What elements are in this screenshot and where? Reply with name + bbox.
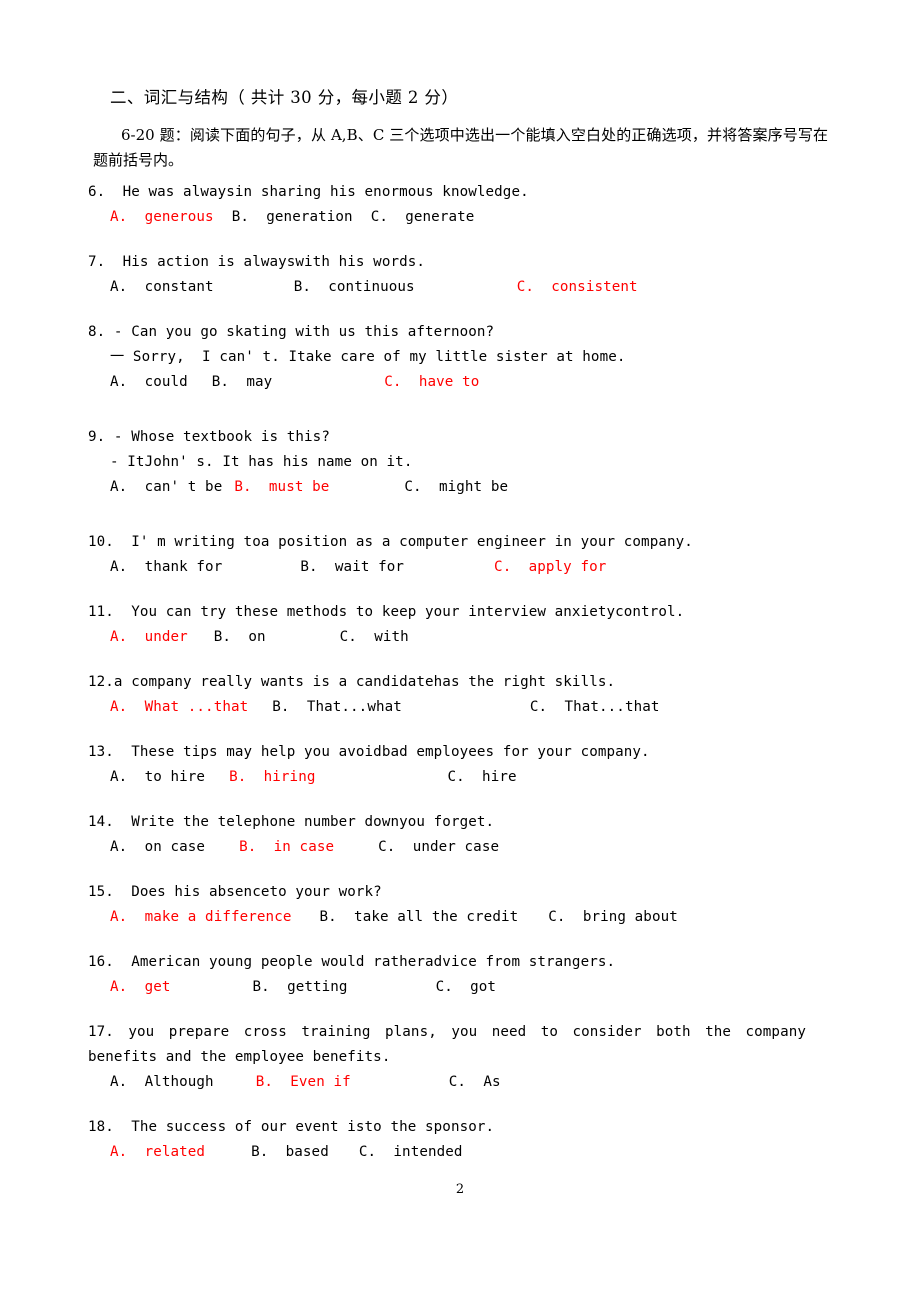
option[interactable]: A. could — [110, 370, 188, 395]
option[interactable]: B. getting — [253, 975, 348, 1000]
question-block: 9. - Whose textbook is this? - ItJohn' s.… — [88, 425, 858, 500]
option-correct[interactable]: A. under — [110, 625, 188, 650]
option-correct[interactable]: A. What ...that — [110, 695, 248, 720]
option-row: A. on case B. in case C. under case — [88, 835, 858, 860]
option[interactable]: A. Although — [110, 1070, 214, 1095]
option[interactable]: B. continuous — [294, 275, 415, 300]
option[interactable]: C. As — [449, 1070, 501, 1095]
option-correct[interactable]: A. generous — [110, 205, 214, 230]
question-stem: 18. The success of our event isto the sp… — [88, 1119, 495, 1135]
question-block: 6. He was alwaysin sharing his enormous … — [88, 180, 858, 230]
option-row: A. Although B. Even if C. As — [88, 1070, 858, 1095]
option[interactable]: B. wait for — [300, 555, 404, 580]
option-correct[interactable]: C. have to — [384, 370, 479, 395]
option[interactable]: B. on — [214, 625, 266, 650]
question-block: 16. American young people would ratherad… — [88, 950, 858, 1000]
option[interactable]: A. on case — [110, 835, 205, 860]
option-correct[interactable]: B. in case — [239, 835, 334, 860]
question-stem: 13. These tips may help you avoidbad emp… — [88, 744, 650, 760]
question-stem: 16. American young people would ratherad… — [88, 954, 616, 970]
option-correct[interactable]: B. hiring — [229, 765, 315, 790]
question-block: 12.a company really wants is a candidate… — [88, 670, 858, 720]
option[interactable]: B. take all the credit — [319, 905, 518, 930]
option[interactable]: C. with — [340, 625, 409, 650]
question-stem: 12.a company really wants is a candidate… — [88, 674, 616, 690]
option[interactable]: C. intended — [359, 1140, 463, 1165]
question-sub-line: 一 Sorry, I can' t. Itake care of my litt… — [110, 349, 626, 365]
option-correct[interactable]: A. related — [110, 1140, 205, 1165]
question-stem: 7. His action is alwayswith his words. — [88, 254, 426, 270]
question-stem: 14. Write the telephone number downyou f… — [88, 814, 495, 830]
question-block: 7. His action is alwayswith his words. A.… — [88, 250, 858, 300]
option-row: A. related B. based C. intended — [88, 1140, 858, 1165]
option[interactable]: C. bring about — [548, 905, 678, 930]
document-page: 二、词汇与结构（ 共计 30 分，每小题 2 分） 6-20 题：阅读下面的句子… — [0, 0, 920, 1302]
option-row: A. constant B. continuous C. consistent — [88, 275, 858, 300]
option-row: A. generous B. generation C. generate — [88, 205, 858, 230]
question-block: 14. Write the telephone number downyou f… — [88, 810, 858, 860]
option[interactable]: C. under case — [378, 835, 499, 860]
question-block: 17. you prepare cross training plans, yo… — [88, 1020, 858, 1095]
question-stem: 11. You can try these methods to keep yo… — [88, 604, 685, 620]
option-row: A. can' t be B. must be C. might be — [88, 475, 858, 500]
question-stem: 17. you prepare cross training plans, yo… — [88, 1024, 806, 1065]
option-row: A. thank for B. wait for C. apply for — [88, 555, 858, 580]
option[interactable]: B. generation — [232, 205, 353, 230]
option[interactable]: A. to hire — [110, 765, 205, 790]
option-row: A. make a difference B. take all the cred… — [88, 905, 858, 930]
question-block: 15. Does his absenceto your work? A. make… — [88, 880, 858, 930]
option-correct[interactable]: A. make a difference — [110, 905, 291, 930]
page-number: 2 — [455, 1182, 465, 1197]
option[interactable]: B. That...what — [272, 695, 402, 720]
question-stem: 10. I' m writing toa position as a compu… — [88, 534, 693, 550]
option[interactable]: C. might be — [404, 475, 508, 500]
question-block: 10. I' m writing toa position as a compu… — [88, 530, 858, 580]
option[interactable]: A. thank for — [110, 555, 222, 580]
question-stem: 6. He was alwaysin sharing his enormous … — [88, 184, 529, 200]
option-correct[interactable]: A. get — [110, 975, 171, 1000]
question-block: 18. The success of our event isto the sp… — [88, 1115, 858, 1165]
option-correct[interactable]: B. must be — [234, 475, 329, 500]
option[interactable]: C. generate — [371, 205, 475, 230]
option[interactable]: A. constant — [110, 275, 214, 300]
question-block: 11. You can try these methods to keep yo… — [88, 600, 858, 650]
question-block: 13. These tips may help you avoidbad emp… — [88, 740, 858, 790]
option-correct[interactable]: C. consistent — [517, 275, 638, 300]
option[interactable]: B. based — [251, 1140, 329, 1165]
option[interactable]: C. That...that — [530, 695, 660, 720]
section-instruction: 6-20 题：阅读下面的句子，从 A,B、C 三个选项中选出一个能填入空白处的正… — [93, 126, 828, 169]
question-stem: 15. Does his absenceto your work? — [88, 884, 382, 900]
option-row: A. What ...that B. That...what C. That...t… — [88, 695, 858, 720]
question-block: 8. - Can you go skating with us this aft… — [88, 320, 858, 395]
option-correct[interactable]: C. apply for — [494, 555, 606, 580]
question-stem: 9. - Whose textbook is this? — [88, 429, 330, 445]
option[interactable]: C. hire — [447, 765, 516, 790]
option[interactable]: B. may — [212, 370, 273, 395]
option-row: A. get B. getting C. got — [88, 975, 858, 1000]
option-row: A. to hire B. hiring C. hire — [88, 765, 858, 790]
option[interactable]: A. can' t be — [110, 475, 222, 500]
option[interactable]: C. got — [436, 975, 497, 1000]
option-row: A. could B. may C. have to — [88, 370, 858, 395]
option-row: A. under B. on C. with — [88, 625, 858, 650]
section-heading: 二、词汇与结构（ 共计 30 分，每小题 2 分） — [110, 88, 459, 107]
question-stem: 8. - Can you go skating with us this aft… — [88, 324, 495, 340]
question-sub-line: - ItJohn' s. It has his name on it. — [110, 454, 413, 470]
option-correct[interactable]: B. Even if — [256, 1070, 351, 1095]
